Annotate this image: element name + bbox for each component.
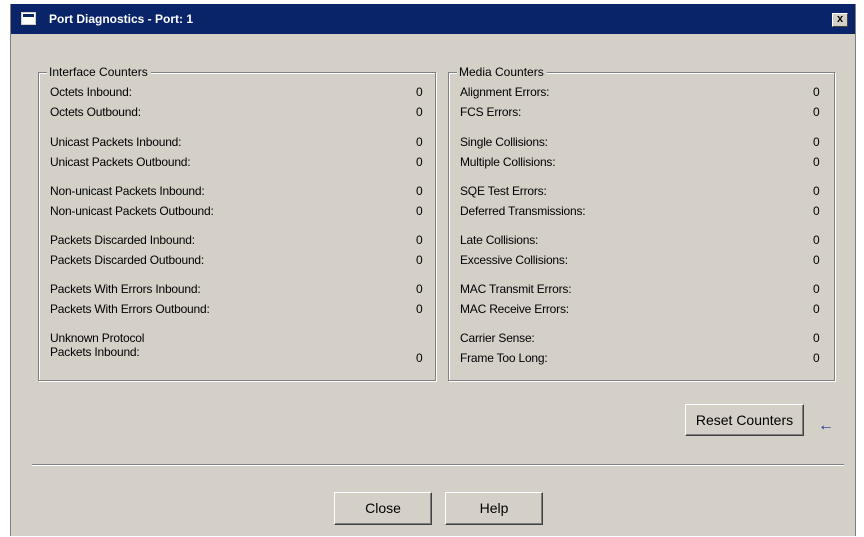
counter-label: Late Collisions: (460, 233, 539, 247)
counter-label: Packets Discarded Inbound: (50, 233, 195, 247)
close-button[interactable]: Close (334, 492, 432, 525)
window-title: Port Diagnostics - Port: 1 (49, 12, 194, 26)
counter-label: Unknown Protocol (50, 331, 145, 345)
counter-value: 0 (416, 302, 423, 316)
counter-label: SQE Test Errors: (460, 184, 547, 198)
counter-value: 0 (813, 351, 820, 365)
counter-label: Octets Inbound: (50, 85, 132, 99)
counter-value: 0 (813, 85, 820, 99)
counter-value: 0 (416, 85, 423, 99)
counter-label: Deferred Transmissions: (460, 204, 586, 218)
reset-counters-button[interactable]: Reset Counters (685, 404, 804, 436)
separator-line (32, 464, 844, 466)
counter-value: 0 (416, 351, 423, 365)
counter-label: Non-unicast Packets Inbound: (50, 184, 205, 198)
counter-label: Frame Too Long: (460, 351, 548, 365)
counter-value: 0 (416, 233, 423, 247)
counter-label: Packets With Errors Inbound: (50, 282, 201, 296)
counter-value: 0 (813, 233, 820, 247)
counter-value: 0 (813, 302, 820, 316)
port-diagnostics-dialog: Port Diagnostics - Port: 1 x Interface C… (10, 4, 856, 536)
counter-label: Single Collisions: (460, 135, 548, 149)
counter-value: 0 (813, 253, 820, 267)
counter-value: 0 (813, 105, 820, 119)
counter-value: 0 (813, 282, 820, 296)
counter-label: Unicast Packets Outbound: (50, 155, 191, 169)
counter-label: Unicast Packets Inbound: (50, 135, 182, 149)
counter-label: Packets Discarded Outbound: (50, 253, 205, 267)
media-counters-legend: Media Counters (457, 65, 547, 79)
counter-value: 0 (813, 204, 820, 218)
counter-value: 0 (416, 105, 423, 119)
counter-label: Alignment Errors: (460, 85, 550, 99)
media-counters-group: Media Counters Alignment Errors: 0 FCS E… (448, 65, 835, 381)
counter-label: Multiple Collisions: (460, 155, 556, 169)
counter-value: 0 (416, 184, 423, 198)
interface-counters-legend: Interface Counters (47, 65, 151, 79)
title-bar[interactable]: Port Diagnostics - Port: 1 x (11, 4, 855, 34)
help-button[interactable]: Help (445, 492, 543, 525)
counter-value: 0 (416, 135, 423, 149)
counter-label: Octets Outbound: (50, 105, 141, 119)
counter-label: Excessive Collisions: (460, 253, 568, 267)
counter-label: MAC Receive Errors: (460, 302, 569, 316)
counter-value: 0 (416, 204, 423, 218)
close-window-button[interactable]: x (832, 13, 848, 27)
counter-label: MAC Transmit Errors: (460, 282, 572, 296)
counter-value: 0 (813, 331, 820, 345)
counter-label: FCS Errors: (460, 105, 522, 119)
counter-value: 0 (813, 184, 820, 198)
interface-counters-group: Interface Counters Octets Inbound: 0 Oct… (38, 65, 436, 381)
counter-value: 0 (813, 135, 820, 149)
window-icon (21, 12, 36, 25)
counter-value: 0 (416, 253, 423, 267)
counter-value: 0 (813, 155, 820, 169)
counter-label: Packets Inbound: (50, 345, 140, 359)
counter-label: Non-unicast Packets Outbound: (50, 204, 214, 218)
counter-label: Packets With Errors Outbound: (50, 302, 210, 316)
counter-value: 0 (416, 155, 423, 169)
counter-value: 0 (416, 282, 423, 296)
counter-label: Carrier Sense: (460, 331, 535, 345)
left-arrow-icon: ← (818, 417, 834, 434)
